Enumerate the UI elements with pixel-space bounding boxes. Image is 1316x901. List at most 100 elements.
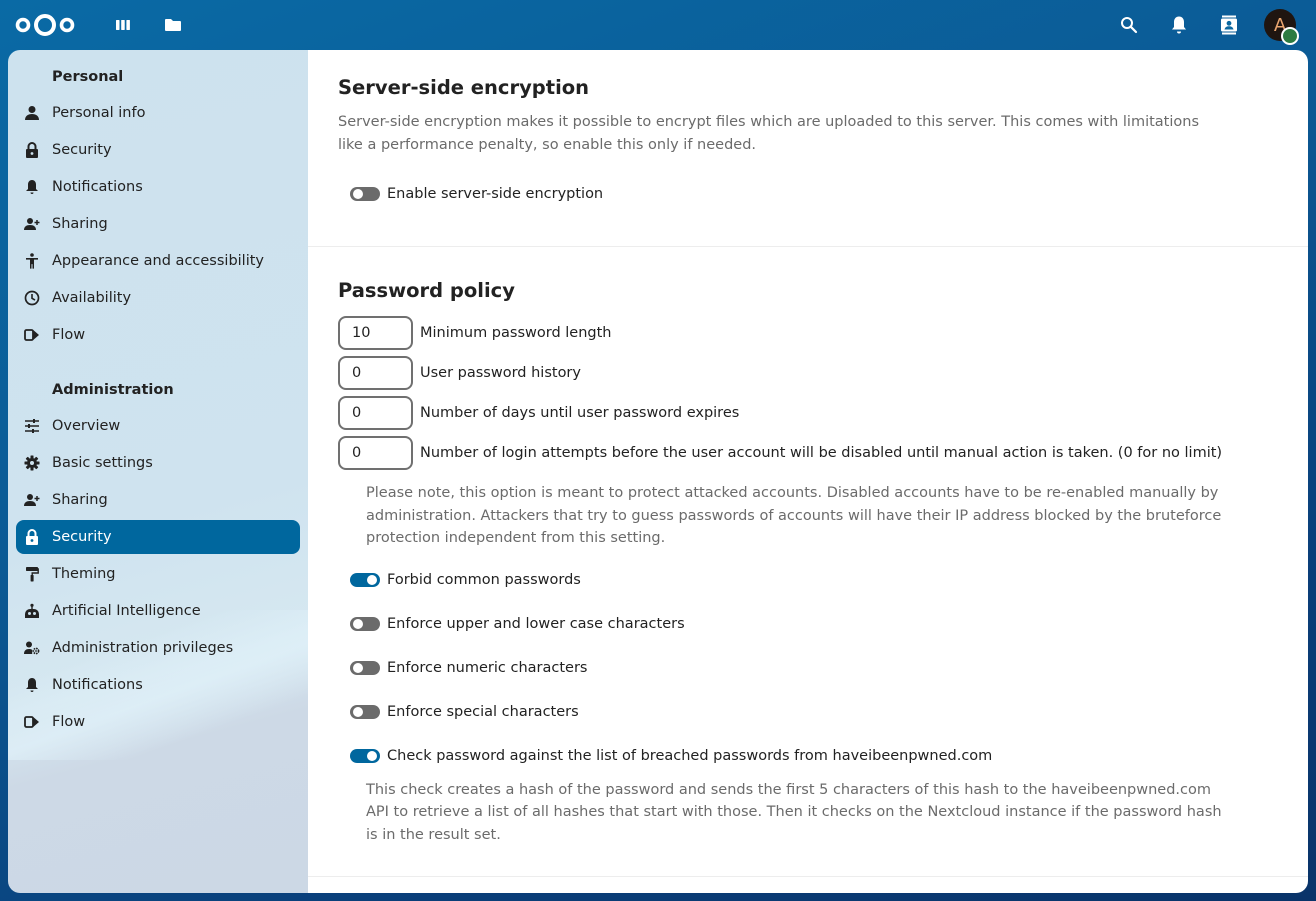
toggle-label[interactable]: Enforce upper and lower case characters: [387, 616, 685, 632]
section-description: Server-side encryption makes it possible…: [338, 114, 1200, 153]
password-history-input[interactable]: [338, 356, 413, 390]
lock-icon: [22, 140, 42, 160]
section-title: Server-side encryption: [338, 76, 590, 99]
sidebar-item-personal-info[interactable]: Personal info: [16, 96, 300, 130]
server-side-encryption-section: Server-side encryption Server-side encry…: [308, 50, 1308, 247]
sidebar-item-admin-sharing[interactable]: Sharing: [16, 483, 300, 517]
toggle-label[interactable]: Enforce special characters: [387, 704, 579, 720]
bell-icon: [22, 675, 42, 695]
toggle-label[interactable]: Enforce numeric characters: [387, 660, 587, 676]
dashboard-button[interactable]: [103, 5, 143, 45]
flow-icon: [22, 712, 42, 732]
sidebar-item-label: Security: [52, 529, 112, 545]
sidebar-item-label: Notifications: [52, 179, 143, 195]
sidebar-item-admin-security[interactable]: Security: [16, 520, 300, 554]
field-label: Number of login attempts before the user…: [420, 445, 1223, 461]
lock-icon: [22, 527, 42, 547]
toggle-label[interactable]: Forbid common passwords: [387, 572, 581, 588]
sidebar-item-label: Security: [52, 142, 112, 158]
field-label: Minimum password length: [420, 325, 612, 341]
settings-sidebar: Personal Personal info Security Notifica…: [8, 50, 308, 893]
min-password-length-input[interactable]: [338, 316, 413, 350]
sidebar-item-label: Flow: [52, 327, 86, 343]
password-policy-section: Password policy Minimum password length …: [308, 247, 1308, 877]
special-row: Enforce special characters: [338, 690, 1278, 734]
numeric-row: Enforce numeric characters: [338, 646, 1278, 690]
sidebar-item-label: Availability: [52, 290, 132, 306]
settings-content: Server-side encryption Server-side encry…: [308, 50, 1308, 893]
notifications-button[interactable]: [1159, 5, 1199, 45]
search-button[interactable]: [1109, 5, 1149, 45]
notifications-icon: [1172, 16, 1186, 34]
field-label: User password history: [420, 365, 581, 381]
min-length-row: Minimum password length: [338, 313, 1278, 353]
flow-icon: [22, 325, 42, 345]
sidebar-item-label: Administration privileges: [52, 640, 234, 656]
clock-icon: [22, 288, 42, 308]
app-container: Personal Personal info Security Notifica…: [8, 50, 1308, 893]
sidebar-item-label: Theming: [52, 566, 116, 582]
login-attempts-row: Number of login attempts before the user…: [338, 433, 1278, 473]
forbid-common-passwords-toggle[interactable]: [350, 572, 380, 587]
tune-icon: [22, 416, 42, 436]
forbid-common-row: Forbid common passwords: [338, 558, 1278, 602]
password-expiry-row: Number of days until user password expir…: [338, 393, 1278, 433]
sidebar-item-theming[interactable]: Theming: [16, 557, 300, 591]
personal-heading: Personal: [52, 69, 124, 85]
sidebar-item-label: Personal info: [52, 105, 146, 121]
toggle-label[interactable]: Check password against the list of breac…: [387, 748, 992, 764]
section-title: Password policy: [338, 279, 515, 302]
sidebar-item-appearance[interactable]: Appearance and accessibility: [16, 244, 300, 278]
contacts-button[interactable]: [1209, 5, 1249, 45]
share-user-icon: [22, 490, 42, 510]
sidebar-item-admin-notifications[interactable]: Notifications: [16, 668, 300, 702]
dashboard-icon: [116, 20, 130, 30]
max-login-attempts-input[interactable]: [338, 436, 413, 470]
files-button[interactable]: [153, 5, 193, 45]
accessibility-icon: [22, 251, 42, 271]
sidebar-item-availability[interactable]: Availability: [16, 281, 300, 315]
enforce-special-toggle[interactable]: [350, 704, 380, 719]
sidebar-item-personal-flow[interactable]: Flow: [16, 318, 300, 352]
sidebar-item-admin-flow[interactable]: Flow: [16, 705, 300, 739]
enable-encryption-row: Enable server-side encryption: [338, 172, 1278, 216]
hibp-note: This check creates a hash of the passwor…: [366, 781, 1222, 843]
sidebar-item-administration-privileges[interactable]: Administration privileges: [16, 631, 300, 665]
contacts-icon: [1221, 15, 1237, 35]
sidebar-item-overview[interactable]: Overview: [16, 409, 300, 443]
search-icon: [1121, 17, 1138, 34]
sidebar-item-personal-sharing[interactable]: Sharing: [16, 207, 300, 241]
bell-icon: [22, 177, 42, 197]
robot-icon: [22, 601, 42, 621]
sidebar-item-label: Sharing: [52, 492, 108, 508]
files-icon: [165, 19, 181, 31]
top-bar: A: [0, 0, 1316, 50]
online-status-indicator: [1281, 27, 1299, 45]
gear-icon: [22, 453, 42, 473]
password-history-row: User password history: [338, 353, 1278, 393]
administration-heading: Administration: [52, 382, 174, 398]
sidebar-item-label: Artificial Intelligence: [52, 603, 201, 619]
nextcloud-logo[interactable]: [14, 12, 76, 38]
sidebar-item-label: Sharing: [52, 216, 108, 232]
sidebar-item-personal-security[interactable]: Security: [16, 133, 300, 167]
sidebar-item-basic-settings[interactable]: Basic settings: [16, 446, 300, 480]
user-icon: [22, 103, 42, 123]
sidebar-item-artificial-intelligence[interactable]: Artificial Intelligence: [16, 594, 300, 628]
sidebar-item-label: Overview: [52, 418, 121, 434]
field-label: Number of days until user password expir…: [420, 405, 740, 421]
upper-lower-row: Enforce upper and lower case characters: [338, 602, 1278, 646]
sidebar-item-personal-notifications[interactable]: Notifications: [16, 170, 300, 204]
sidebar-item-label: Notifications: [52, 677, 143, 693]
password-expiry-days-input[interactable]: [338, 396, 413, 430]
login-attempts-note: Please note, this option is meant to pro…: [366, 485, 1222, 546]
enforce-numeric-toggle[interactable]: [350, 660, 380, 675]
paint-roller-icon: [22, 564, 42, 584]
sidebar-item-label: Basic settings: [52, 455, 153, 471]
sidebar-item-label: Flow: [52, 714, 86, 730]
toggle-label[interactable]: Enable server-side encryption: [387, 186, 603, 202]
check-breached-passwords-toggle[interactable]: [350, 748, 380, 763]
enforce-upper-lower-toggle[interactable]: [350, 616, 380, 631]
hibp-row: Check password against the list of breac…: [338, 734, 1278, 778]
enable-encryption-toggle[interactable]: [350, 187, 380, 201]
